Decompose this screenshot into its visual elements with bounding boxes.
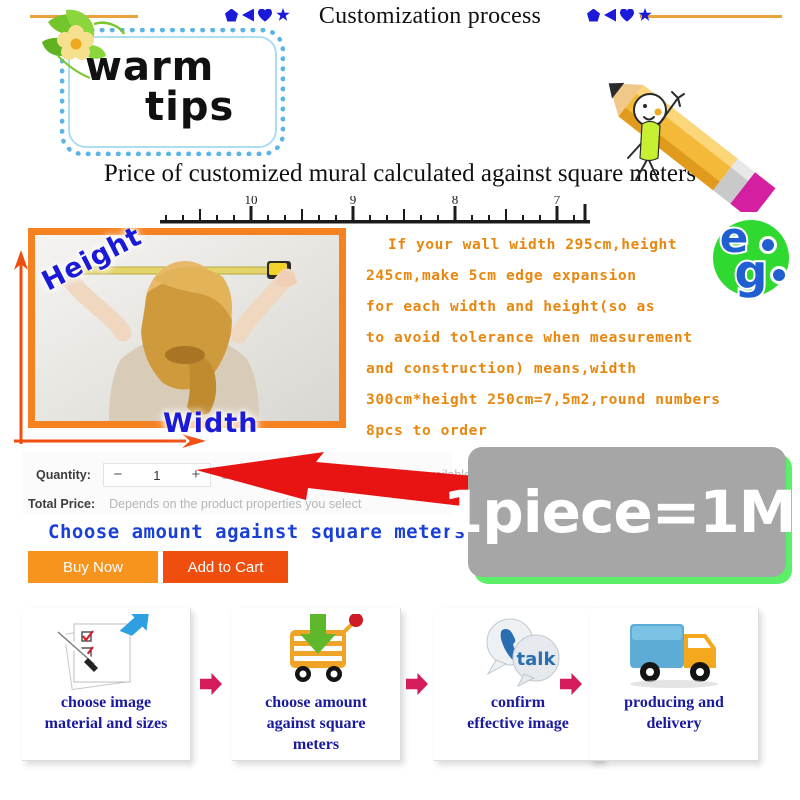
add-to-cart-button[interactable]: Add to Cart xyxy=(163,551,288,583)
star-icon xyxy=(638,8,652,21)
svg-text:7: 7 xyxy=(554,196,561,207)
header-rule-right xyxy=(640,15,782,18)
triangle-icon xyxy=(242,8,254,22)
pentagon-icon xyxy=(225,8,238,22)
header-decor-left xyxy=(225,8,290,22)
heart-icon xyxy=(620,9,634,22)
photo-width-label: Width xyxy=(163,408,259,439)
document-checklist-icon xyxy=(22,612,190,691)
svg-text:9: 9 xyxy=(350,196,357,207)
svg-text:10: 10 xyxy=(245,196,258,207)
eg-logo-icon: e g xyxy=(706,211,792,301)
process-step-2: choose amount against square meters xyxy=(232,608,401,761)
triangle-icon xyxy=(604,8,616,22)
chevron-right-icon xyxy=(560,673,584,697)
buy-now-button[interactable]: Buy Now xyxy=(28,551,158,583)
badge-text: 1piece=1M xyxy=(442,478,796,546)
flower-decoration xyxy=(28,4,138,84)
star-icon xyxy=(276,8,290,21)
choose-amount-note: Choose amount against square meters xyxy=(48,521,466,543)
svg-text:g: g xyxy=(735,245,768,298)
process-step-4-label: producing and delivery xyxy=(624,694,724,732)
quantity-label: Quantity: xyxy=(36,468,91,482)
heart-icon xyxy=(258,9,272,22)
header-decor-right xyxy=(587,8,652,22)
one-piece-equals-one-sqm-badge: 1piece=1M 2 xyxy=(443,447,800,577)
example-line-4: and construction) means,width xyxy=(366,361,637,377)
quantity-stepper[interactable]: − + xyxy=(102,463,211,487)
customization-process-infographic: Customization process warm tips Price of… xyxy=(0,0,800,800)
process-step-1: choose image material and sizes xyxy=(22,608,191,761)
process-step-1-label: choose image material and sizes xyxy=(44,694,168,732)
height-axis-arrow xyxy=(10,248,32,453)
svg-text:8: 8 xyxy=(452,196,459,207)
process-step-2-label: choose amount against square meters xyxy=(265,694,367,753)
process-steps: choose image material and sizes choose a… xyxy=(0,600,800,790)
process-step-3-label: confirm effective image xyxy=(467,694,569,732)
pentagon-icon xyxy=(587,8,600,22)
chevron-right-icon xyxy=(406,673,430,697)
ruler-graphic: 10 9 8 7 xyxy=(160,192,590,228)
chevron-right-icon xyxy=(200,673,224,697)
delivery-truck-icon xyxy=(590,614,758,690)
shopping-cart-icon xyxy=(232,613,400,690)
quantity-input[interactable] xyxy=(131,466,182,484)
badge-superscript: 2 xyxy=(795,485,800,509)
example-line-3: to avoid tolerance when measurement xyxy=(366,330,693,346)
process-step-4: producing and delivery xyxy=(590,608,759,761)
page-title: Customization process xyxy=(318,3,542,29)
example-line-6: 8pcs to order xyxy=(366,423,488,439)
quantity-decrease-button[interactable]: − xyxy=(104,465,132,485)
total-price-label: Total Price: xyxy=(28,497,96,511)
svg-text:talk: talk xyxy=(517,649,557,670)
example-line-5: 300cm*height 250cm=7,5m2,round numbers xyxy=(366,392,721,408)
warm-tips-line2: tips xyxy=(145,84,235,130)
pencil-stickman-illustration xyxy=(600,62,800,220)
